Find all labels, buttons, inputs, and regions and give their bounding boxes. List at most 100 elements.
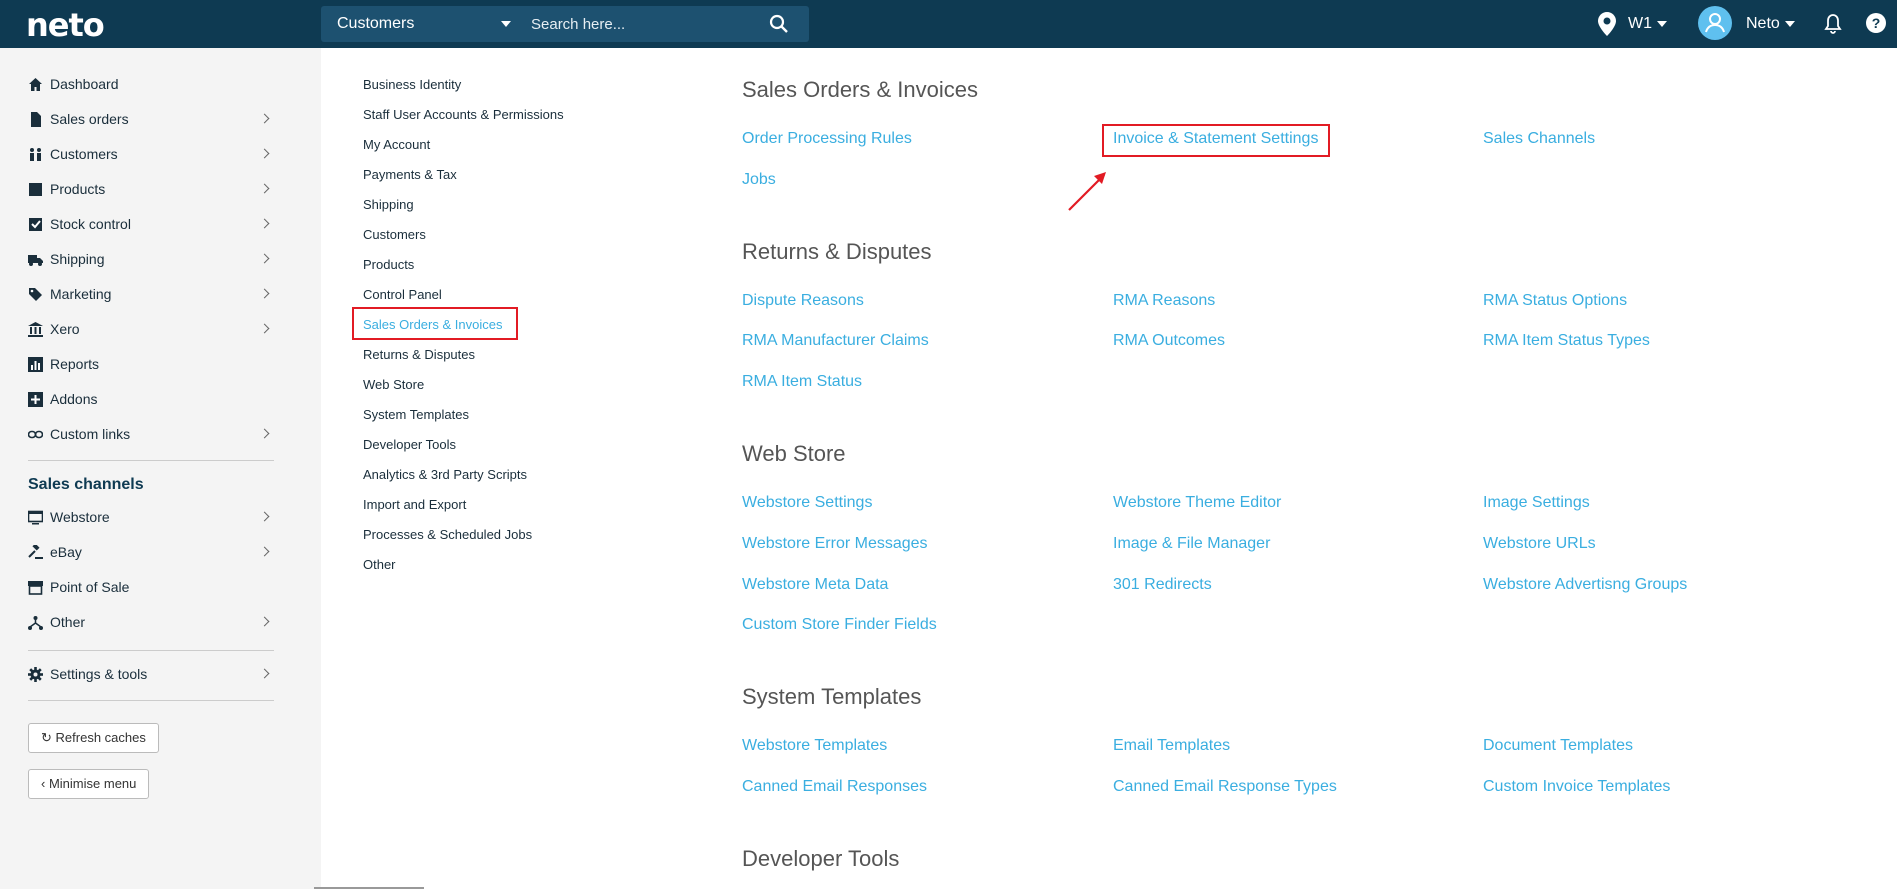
settings-menu-item[interactable]: System Templates (363, 407, 469, 422)
settings-menu-item[interactable]: Returns & Disputes (363, 347, 475, 362)
truck-icon (28, 255, 43, 266)
user-menu[interactable]: Neto (1746, 0, 1795, 48)
sidebar-item-shipping[interactable]: Shipping (28, 244, 276, 274)
sidebar-item-stock-control[interactable]: Stock control (28, 209, 276, 239)
sidebar-item-sales-orders[interactable]: Sales orders (28, 104, 276, 134)
settings-menu-item[interactable]: Staff User Accounts & Permissions (363, 107, 564, 122)
location-pin-icon[interactable] (1598, 12, 1616, 36)
user-name: Neto (1746, 15, 1780, 32)
sidebar-item-custom-links[interactable]: Custom links (28, 419, 276, 449)
settings-link[interactable]: Email Templates (1113, 737, 1230, 755)
settings-link[interactable]: Webstore Advertisng Groups (1483, 576, 1687, 594)
sidebar-item-settings-tools[interactable]: Settings & tools (28, 659, 276, 689)
divider (28, 460, 274, 461)
settings-link[interactable]: Webstore Error Messages (742, 535, 928, 553)
location-selector[interactable]: W1 (1628, 0, 1667, 48)
sidebar-item-point-of-sale[interactable]: Point of Sale (28, 572, 276, 602)
settings-link[interactable]: Order Processing Rules (742, 130, 912, 148)
settings-link[interactable]: RMA Status Options (1483, 292, 1627, 310)
refresh-icon: ↻ (41, 730, 52, 745)
sidebar-item-xero[interactable]: Xero (28, 314, 276, 344)
bank-icon (28, 322, 43, 337)
settings-link[interactable]: RMA Manufacturer Claims (742, 332, 929, 350)
settings-link[interactable]: Dispute Reasons (742, 292, 864, 310)
top-bar: neto Customers W1 Neto ? (0, 0, 1897, 48)
settings-link[interactable]: Image Settings (1483, 494, 1590, 512)
sidebar-item-label: Sales orders (50, 111, 129, 127)
settings-link[interactable]: Jobs (742, 171, 776, 189)
section-title-webstore: Web Store (742, 441, 846, 466)
sidebar-item-label: Shipping (50, 251, 105, 267)
sales-channels-title: Sales channels (28, 476, 144, 493)
sidebar-item-label: Products (50, 181, 106, 197)
settings-link[interactable]: RMA Item Status Types (1483, 332, 1650, 350)
divider (28, 700, 274, 701)
sidebar-item-customers[interactable]: Customers (28, 139, 276, 169)
search-input[interactable] (521, 6, 761, 42)
settings-link[interactable]: Custom Store Finder Fields (742, 616, 937, 634)
sidebar-item-marketing[interactable]: Marketing (28, 279, 276, 309)
settings-link[interactable]: Webstore Templates (742, 737, 887, 755)
search-icon[interactable] (769, 14, 789, 34)
settings-menu-item[interactable]: Other (363, 557, 396, 572)
sidebar-item-label: Stock control (50, 216, 131, 232)
people-icon (30, 148, 41, 161)
neto-logo[interactable]: neto (26, 6, 105, 44)
avatar[interactable] (1698, 6, 1732, 40)
help-icon[interactable]: ? (1866, 13, 1886, 33)
sidebar-item-label: Dashboard (50, 76, 119, 92)
refresh-caches-button[interactable]: ↻ Refresh caches (28, 723, 159, 753)
settings-link[interactable]: RMA Outcomes (1113, 332, 1225, 350)
settings-link[interactable]: RMA Reasons (1113, 292, 1215, 310)
settings-link[interactable]: Sales Channels (1483, 130, 1595, 148)
box-icon (29, 183, 42, 196)
checkbox-icon (29, 218, 42, 231)
settings-menu-item[interactable]: Products (363, 257, 414, 272)
sidebar-item-addons[interactable]: Addons (28, 384, 276, 414)
bell-icon[interactable] (1824, 14, 1842, 34)
settings-link[interactable]: Webstore Settings (742, 494, 872, 512)
settings-menu-item[interactable]: Developer Tools (363, 437, 456, 452)
settings-link[interactable]: Webstore URLs (1483, 535, 1596, 553)
settings-link[interactable]: Image & File Manager (1113, 535, 1270, 553)
chevron-left-icon: ‹ (41, 776, 46, 791)
settings-link[interactable]: Canned Email Responses (742, 778, 927, 796)
plus-icon (28, 392, 43, 407)
settings-link[interactable]: 301 Redirects (1113, 576, 1212, 594)
settings-menu-item[interactable]: My Account (363, 137, 430, 152)
search-scope-dropdown[interactable]: Customers (321, 6, 521, 42)
sidebar-item-reports[interactable]: Reports (28, 349, 276, 379)
document-icon (31, 112, 41, 127)
settings-link[interactable]: Webstore Meta Data (742, 576, 888, 594)
settings-menu-item[interactable]: Shipping (363, 197, 414, 212)
settings-menu-item[interactable]: Analytics & 3rd Party Scripts (363, 467, 527, 482)
settings-menu-item[interactable]: Control Panel (363, 287, 442, 302)
chart-icon (28, 357, 43, 372)
settings-link[interactable]: Custom Invoice Templates (1483, 778, 1670, 796)
settings-menu-item[interactable]: Web Store (363, 377, 424, 392)
settings-link[interactable]: Webstore Theme Editor (1113, 494, 1281, 512)
sidebar-item-products[interactable]: Products (28, 174, 276, 204)
settings-link[interactable]: Document Templates (1483, 737, 1633, 755)
settings-link[interactable]: Canned Email Response Types (1113, 778, 1337, 796)
settings-menu-item[interactable]: Business Identity (363, 77, 461, 92)
settings-menu-item[interactable]: Payments & Tax (363, 167, 457, 182)
sidebar-item-label: Custom links (50, 426, 131, 442)
section-title-returns: Returns & Disputes (742, 239, 932, 264)
settings-menu-item[interactable]: Customers (363, 227, 426, 242)
settings-link[interactable]: RMA Item Status (742, 373, 862, 391)
sidebar-item-label: Other (50, 614, 86, 630)
sidebar-item-webstore[interactable]: Webstore (28, 502, 276, 532)
sidebar-item-other[interactable]: Other (28, 607, 276, 637)
link-icon (28, 430, 43, 439)
minimise-menu-button[interactable]: ‹ Minimise menu (28, 769, 150, 799)
sidebar-item-label: Reports (50, 356, 100, 372)
sidebar-item-ebay[interactable]: eBay (28, 537, 276, 567)
settings-menu-item[interactable]: Import and Export (363, 497, 466, 512)
sidebar-item-dashboard[interactable]: Dashboard (28, 69, 276, 99)
location-label: W1 (1628, 15, 1652, 32)
user-icon (1705, 13, 1725, 33)
tag-icon (29, 288, 42, 301)
chevron-right-icon (259, 288, 270, 299)
settings-menu-item[interactable]: Processes & Scheduled Jobs (363, 527, 532, 542)
